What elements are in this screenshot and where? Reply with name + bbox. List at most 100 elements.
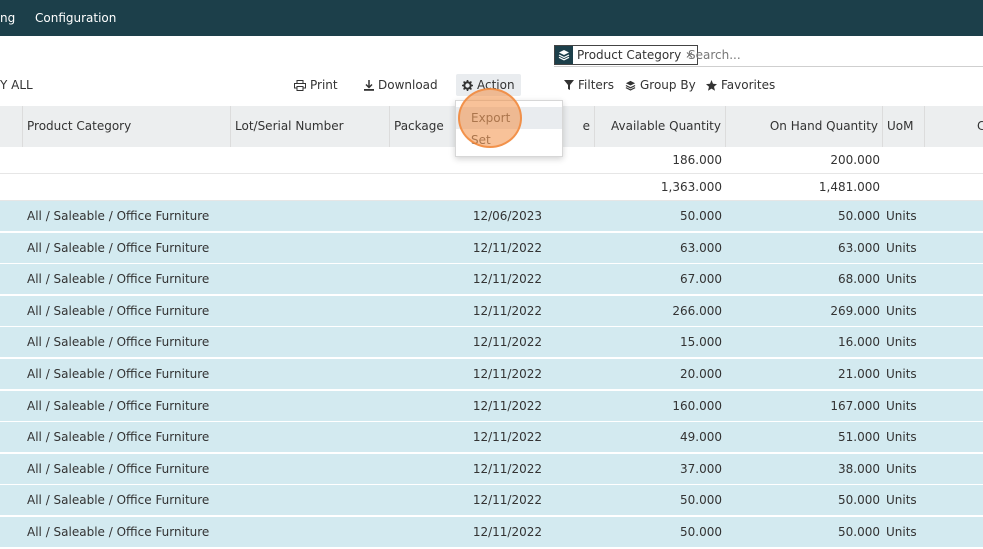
cell-date: 12/11/2022 (472, 272, 542, 287)
search-box: Product Category × (554, 40, 983, 67)
column-header-select[interactable] (0, 106, 23, 147)
cell-available-quantity: 63.000 (680, 240, 722, 255)
cell-uom: Units (886, 430, 917, 445)
table-row[interactable]: All / Saleable / Office Furniture 12/11/2… (0, 232, 983, 264)
cell-available-quantity: 50.000 (680, 525, 722, 539)
cell-product-category: All / Saleable / Office Furniture (27, 461, 210, 476)
search-facet-label: Product Category (577, 48, 682, 62)
cell-available-quantity: 15.000 (680, 335, 722, 350)
action-button[interactable]: Action (456, 74, 521, 96)
table-row[interactable]: All / Saleable / Office Furniture 12/06/2… (0, 201, 983, 232)
cell-on-hand-quantity: 50.000 (838, 525, 880, 539)
cell-uom: Units (886, 272, 917, 287)
cell-date: 12/11/2022 (472, 398, 542, 413)
cell-available-quantity: 67.000 (680, 272, 722, 287)
menu-item-export[interactable]: Export (456, 107, 562, 129)
filters-button[interactable]: Filters (564, 78, 614, 92)
cell-date: 12/11/2022 (472, 525, 542, 539)
cell-product-category: All / Saleable / Office Furniture (27, 272, 210, 287)
select-all-link[interactable]: Y ALL (0, 78, 33, 92)
cell-product-category: All / Saleable / Office Furniture (27, 525, 210, 539)
cell-uom: Units (886, 240, 917, 255)
cell-available-quantity: 37.000 (680, 461, 722, 476)
table-row[interactable]: All / Saleable / Office Furniture 12/11/2… (0, 295, 983, 327)
cell-available-quantity: 266.000 (672, 303, 722, 318)
cell-product-category: All / Saleable / Office Furniture (27, 209, 210, 223)
favorites-button[interactable]: Favorites (706, 78, 775, 92)
action-label: Action (477, 78, 515, 92)
column-header-lot-serial[interactable]: Lot/Serial Number (231, 106, 390, 147)
cell-on-hand-quantity: 16.000 (838, 335, 880, 350)
column-header-on-hand-quantity[interactable]: On Hand Quantity (726, 106, 883, 147)
cell-on-hand-quantity: 50.000 (838, 209, 880, 223)
cell-uom: Units (886, 303, 917, 318)
cell-product-category: All / Saleable / Office Furniture (27, 367, 210, 381)
cell-available-quantity: 50.000 (680, 209, 722, 223)
filters-label: Filters (578, 78, 614, 92)
cell-date: 12/11/2022 (472, 335, 542, 350)
nav-menu-item-configuration[interactable]: Configuration (35, 11, 116, 25)
cell-product-category: All / Saleable / Office Furniture (27, 430, 210, 445)
table-row[interactable]: All / Saleable / Office Furniture 12/11/2… (0, 485, 983, 517)
table-row[interactable]: All / Saleable / Office Furniture 12/11/2… (0, 359, 983, 390)
search-facet: Product Category × (554, 45, 698, 65)
cell-on-hand-quantity: 21.000 (838, 367, 880, 381)
print-label: Print (310, 78, 338, 92)
cell-uom: Units (886, 335, 917, 350)
cell-on-hand-quantity: 50.000 (838, 493, 880, 508)
cell-uom: Units (886, 461, 917, 476)
top-navbar: ng Configuration (0, 0, 983, 36)
table-row[interactable]: All / Saleable / Office Furniture 12/11/2… (0, 453, 983, 485)
cell-available-quantity: 160.000 (672, 398, 722, 413)
group-row[interactable]: 1,363.000 1,481.000 (0, 174, 983, 201)
control-panel: Product Category × Y ALL Print Download … (0, 36, 983, 107)
download-button[interactable]: Download (364, 78, 438, 92)
cell-date: 12/11/2022 (472, 493, 542, 508)
table-row[interactable]: All / Saleable / Office Furniture 12/11/2… (0, 327, 983, 359)
gear-icon (462, 79, 473, 91)
table-row[interactable]: All / Saleable / Office Furniture 12/11/2… (0, 264, 983, 296)
column-header-product-category[interactable]: Product Category (23, 106, 231, 147)
table-row[interactable]: All / Saleable / Office Furniture 12/11/2… (0, 422, 983, 454)
cell-uom: Units (886, 525, 917, 539)
print-button[interactable]: Print (294, 78, 338, 92)
cell-on-hand-quantity: 51.000 (838, 430, 880, 445)
cell-on-hand-quantity: 167.000 (830, 398, 880, 413)
cell-product-category: All / Saleable / Office Furniture (27, 493, 210, 508)
print-icon (294, 79, 306, 91)
cell-available-quantity: 50.000 (680, 493, 722, 508)
cell-product-category: All / Saleable / Office Furniture (27, 398, 210, 413)
cell-available-quantity: 20.000 (680, 367, 722, 381)
group-on-hand-quantity: 1,481.000 (818, 180, 880, 194)
favorites-label: Favorites (721, 78, 776, 92)
nav-menu-item-partial[interactable]: ng (0, 11, 15, 25)
cell-product-category: All / Saleable / Office Furniture (27, 335, 210, 350)
cell-uom: Units (886, 493, 917, 508)
search-input[interactable] (686, 46, 980, 64)
group-by-label: Group By (640, 78, 696, 92)
column-header-package[interactable]: Package (390, 106, 460, 147)
group-by-button[interactable]: Group By (625, 78, 696, 92)
cell-product-category: All / Saleable / Office Furniture (27, 303, 210, 318)
cell-uom: Units (886, 367, 917, 381)
column-header-extra[interactable]: C (925, 106, 983, 147)
cell-available-quantity: 49.000 (680, 430, 722, 445)
layers-icon (555, 46, 573, 64)
group-available-quantity: 186.000 (672, 153, 722, 167)
cell-on-hand-quantity: 68.000 (838, 272, 880, 287)
menu-item-set[interactable]: Set (456, 129, 562, 151)
cell-date: 12/06/2023 (472, 209, 542, 223)
column-header-available-quantity[interactable]: Available Quantity (595, 106, 726, 147)
cell-uom: Units (886, 209, 917, 223)
table-row[interactable]: All / Saleable / Office Furniture 12/11/2… (0, 517, 983, 548)
cell-date: 12/11/2022 (472, 303, 542, 318)
action-dropdown-menu: Export Set (455, 100, 563, 157)
group-available-quantity: 1,363.000 (660, 180, 722, 194)
layers-icon (625, 80, 636, 91)
cell-on-hand-quantity: 63.000 (838, 240, 880, 255)
cell-product-category: All / Saleable / Office Furniture (27, 240, 210, 255)
cell-date: 12/11/2022 (472, 430, 542, 445)
column-header-uom[interactable]: UoM (883, 106, 925, 147)
cell-uom: Units (886, 398, 917, 413)
table-row[interactable]: All / Saleable / Office Furniture 12/11/2… (0, 390, 983, 422)
